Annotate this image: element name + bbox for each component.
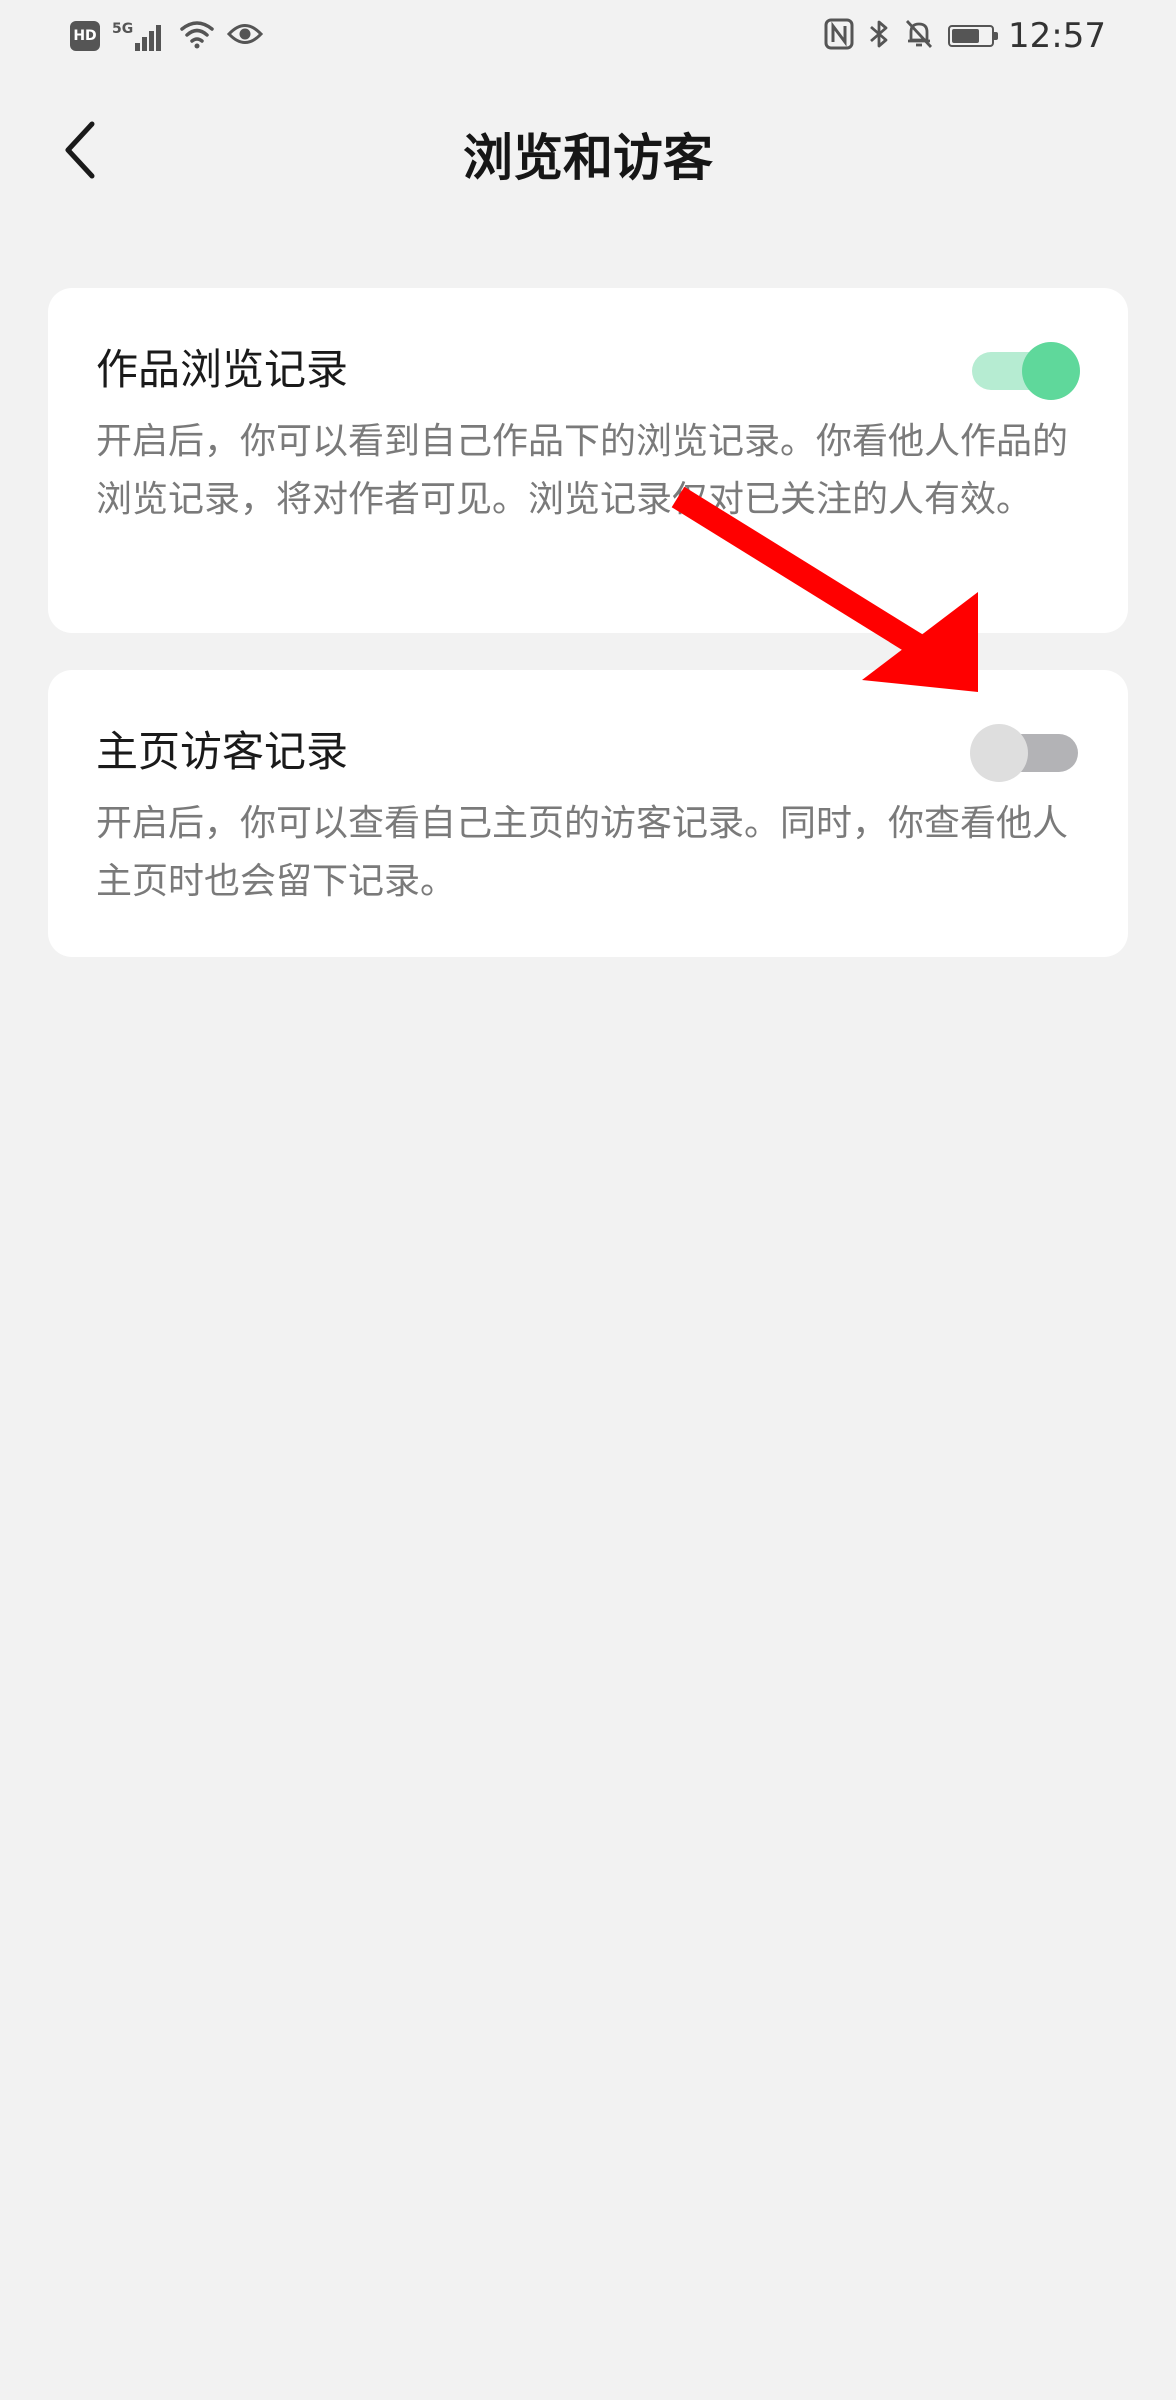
status-bar: HD 5G 12:57 [0, 0, 1176, 72]
setting-title: 主页访客记录 [96, 727, 349, 776]
setting-description: 开启后，你可以查看自己主页的访客记录。同时，你查看他人主页时也会留下记录。 [96, 803, 1069, 902]
network-type-label: 5G [112, 21, 134, 37]
status-bar-right: 12:57 [824, 14, 1106, 58]
setting-card-profile-visitors: 主页访客记录 开启后，你可以查看自己主页的访客记录。同时，你查看他人主页时也会留… [48, 670, 1128, 957]
bluetooth-icon [868, 18, 890, 54]
profile-visitors-toggle[interactable] [970, 720, 1080, 782]
battery-icon [948, 25, 999, 47]
nfc-icon [824, 18, 854, 54]
status-time: 12:57 [1008, 16, 1106, 56]
signal-icon: 5G [112, 21, 167, 51]
mute-bell-icon [904, 18, 934, 54]
toggle-knob [970, 724, 1028, 782]
status-bar-left: HD 5G [70, 18, 264, 54]
battery-level [952, 29, 979, 43]
toggle-knob [1022, 342, 1080, 400]
work-views-toggle[interactable] [970, 338, 1080, 400]
setting-card-work-views: 作品浏览记录 开启后，你可以看到自己作品下的浏览记录。你看他人作品的浏览记录，将… [48, 288, 1128, 633]
eye-icon [227, 21, 264, 51]
page-title: 浏览和访客 [463, 129, 713, 187]
hd-icon: HD [70, 21, 100, 51]
setting-description: 开启后，你可以看到自己作品下的浏览记录。你看他人作品的浏览记录，将对作者可见。浏… [96, 421, 1069, 520]
nav-bar: 浏览和访客 [0, 80, 1176, 220]
wifi-icon [179, 19, 215, 53]
setting-title: 作品浏览记录 [96, 345, 349, 394]
